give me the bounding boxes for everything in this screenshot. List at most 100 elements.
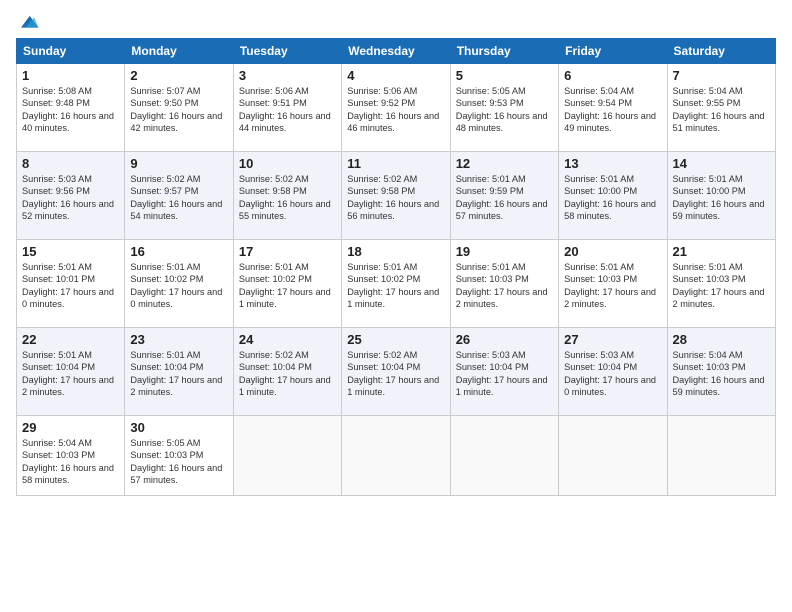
calendar-day-header: Sunday — [17, 39, 125, 64]
day-number: 4 — [347, 68, 444, 83]
calendar-cell: 22 Sunrise: 5:01 AMSunset: 10:04 PMDayli… — [17, 328, 125, 416]
calendar-cell: 4 Sunrise: 5:06 AMSunset: 9:52 PMDayligh… — [342, 64, 450, 152]
day-number: 3 — [239, 68, 336, 83]
page-container: SundayMondayTuesdayWednesdayThursdayFrid… — [0, 0, 792, 506]
calendar-cell: 7 Sunrise: 5:04 AMSunset: 9:55 PMDayligh… — [667, 64, 775, 152]
day-number: 7 — [673, 68, 770, 83]
calendar-cell: 1 Sunrise: 5:08 AMSunset: 9:48 PMDayligh… — [17, 64, 125, 152]
calendar-cell — [667, 416, 775, 496]
calendar-cell: 12 Sunrise: 5:01 AMSunset: 9:59 PMDaylig… — [450, 152, 558, 240]
day-number: 15 — [22, 244, 119, 259]
cell-info: Sunrise: 5:01 AMSunset: 10:02 PMDaylight… — [347, 262, 439, 309]
cell-info: Sunrise: 5:01 AMSunset: 10:00 PMDaylight… — [673, 174, 765, 221]
calendar-cell: 6 Sunrise: 5:04 AMSunset: 9:54 PMDayligh… — [559, 64, 667, 152]
calendar-week-row: 8 Sunrise: 5:03 AMSunset: 9:56 PMDayligh… — [17, 152, 776, 240]
cell-info: Sunrise: 5:03 AMSunset: 9:56 PMDaylight:… — [22, 174, 114, 221]
cell-info: Sunrise: 5:02 AMSunset: 10:04 PMDaylight… — [347, 350, 439, 397]
calendar-cell: 25 Sunrise: 5:02 AMSunset: 10:04 PMDayli… — [342, 328, 450, 416]
day-number: 1 — [22, 68, 119, 83]
calendar-day-header: Friday — [559, 39, 667, 64]
day-number: 17 — [239, 244, 336, 259]
cell-info: Sunrise: 5:01 AMSunset: 10:04 PMDaylight… — [130, 350, 222, 397]
day-number: 24 — [239, 332, 336, 347]
day-number: 25 — [347, 332, 444, 347]
day-number: 11 — [347, 156, 444, 171]
logo — [16, 10, 40, 32]
calendar-week-row: 22 Sunrise: 5:01 AMSunset: 10:04 PMDayli… — [17, 328, 776, 416]
cell-info: Sunrise: 5:06 AMSunset: 9:51 PMDaylight:… — [239, 86, 331, 133]
cell-info: Sunrise: 5:04 AMSunset: 9:55 PMDaylight:… — [673, 86, 765, 133]
calendar-cell: 24 Sunrise: 5:02 AMSunset: 10:04 PMDayli… — [233, 328, 341, 416]
cell-info: Sunrise: 5:02 AMSunset: 9:58 PMDaylight:… — [347, 174, 439, 221]
cell-info: Sunrise: 5:01 AMSunset: 10:03 PMDaylight… — [673, 262, 765, 309]
cell-info: Sunrise: 5:01 AMSunset: 10:00 PMDaylight… — [564, 174, 656, 221]
calendar-cell: 27 Sunrise: 5:03 AMSunset: 10:04 PMDayli… — [559, 328, 667, 416]
calendar-cell: 9 Sunrise: 5:02 AMSunset: 9:57 PMDayligh… — [125, 152, 233, 240]
cell-info: Sunrise: 5:01 AMSunset: 10:02 PMDaylight… — [130, 262, 222, 309]
cell-info: Sunrise: 5:02 AMSunset: 9:57 PMDaylight:… — [130, 174, 222, 221]
calendar-cell: 23 Sunrise: 5:01 AMSunset: 10:04 PMDayli… — [125, 328, 233, 416]
calendar-cell: 11 Sunrise: 5:02 AMSunset: 9:58 PMDaylig… — [342, 152, 450, 240]
cell-info: Sunrise: 5:02 AMSunset: 10:04 PMDaylight… — [239, 350, 331, 397]
calendar-cell: 29 Sunrise: 5:04 AMSunset: 10:03 PMDayli… — [17, 416, 125, 496]
calendar-day-header: Thursday — [450, 39, 558, 64]
cell-info: Sunrise: 5:04 AMSunset: 9:54 PMDaylight:… — [564, 86, 656, 133]
calendar-day-header: Tuesday — [233, 39, 341, 64]
calendar-day-header: Wednesday — [342, 39, 450, 64]
calendar-cell — [233, 416, 341, 496]
cell-info: Sunrise: 5:04 AMSunset: 10:03 PMDaylight… — [673, 350, 765, 397]
calendar-cell: 13 Sunrise: 5:01 AMSunset: 10:00 PMDayli… — [559, 152, 667, 240]
logo-icon — [18, 10, 40, 32]
calendar-cell — [559, 416, 667, 496]
day-number: 22 — [22, 332, 119, 347]
day-number: 21 — [673, 244, 770, 259]
calendar-header-row: SundayMondayTuesdayWednesdayThursdayFrid… — [17, 39, 776, 64]
day-number: 20 — [564, 244, 661, 259]
calendar-cell: 15 Sunrise: 5:01 AMSunset: 10:01 PMDayli… — [17, 240, 125, 328]
calendar-cell — [450, 416, 558, 496]
day-number: 18 — [347, 244, 444, 259]
calendar-day-header: Saturday — [667, 39, 775, 64]
calendar-day-header: Monday — [125, 39, 233, 64]
calendar-cell: 20 Sunrise: 5:01 AMSunset: 10:03 PMDayli… — [559, 240, 667, 328]
calendar-cell: 19 Sunrise: 5:01 AMSunset: 10:03 PMDayli… — [450, 240, 558, 328]
day-number: 28 — [673, 332, 770, 347]
calendar-cell: 21 Sunrise: 5:01 AMSunset: 10:03 PMDayli… — [667, 240, 775, 328]
calendar-cell: 5 Sunrise: 5:05 AMSunset: 9:53 PMDayligh… — [450, 64, 558, 152]
day-number: 19 — [456, 244, 553, 259]
cell-info: Sunrise: 5:01 AMSunset: 10:02 PMDaylight… — [239, 262, 331, 309]
cell-info: Sunrise: 5:06 AMSunset: 9:52 PMDaylight:… — [347, 86, 439, 133]
cell-info: Sunrise: 5:02 AMSunset: 9:58 PMDaylight:… — [239, 174, 331, 221]
day-number: 14 — [673, 156, 770, 171]
cell-info: Sunrise: 5:01 AMSunset: 10:03 PMDaylight… — [456, 262, 548, 309]
calendar-week-row: 29 Sunrise: 5:04 AMSunset: 10:03 PMDayli… — [17, 416, 776, 496]
calendar-cell: 16 Sunrise: 5:01 AMSunset: 10:02 PMDayli… — [125, 240, 233, 328]
day-number: 5 — [456, 68, 553, 83]
calendar-cell: 18 Sunrise: 5:01 AMSunset: 10:02 PMDayli… — [342, 240, 450, 328]
calendar-table: SundayMondayTuesdayWednesdayThursdayFrid… — [16, 38, 776, 496]
cell-info: Sunrise: 5:04 AMSunset: 10:03 PMDaylight… — [22, 438, 114, 485]
calendar-cell: 14 Sunrise: 5:01 AMSunset: 10:00 PMDayli… — [667, 152, 775, 240]
cell-info: Sunrise: 5:01 AMSunset: 9:59 PMDaylight:… — [456, 174, 548, 221]
cell-info: Sunrise: 5:05 AMSunset: 10:03 PMDaylight… — [130, 438, 222, 485]
calendar-cell: 8 Sunrise: 5:03 AMSunset: 9:56 PMDayligh… — [17, 152, 125, 240]
cell-info: Sunrise: 5:05 AMSunset: 9:53 PMDaylight:… — [456, 86, 548, 133]
day-number: 8 — [22, 156, 119, 171]
day-number: 29 — [22, 420, 119, 435]
calendar-cell: 3 Sunrise: 5:06 AMSunset: 9:51 PMDayligh… — [233, 64, 341, 152]
cell-info: Sunrise: 5:03 AMSunset: 10:04 PMDaylight… — [456, 350, 548, 397]
day-number: 16 — [130, 244, 227, 259]
calendar-week-row: 15 Sunrise: 5:01 AMSunset: 10:01 PMDayli… — [17, 240, 776, 328]
day-number: 9 — [130, 156, 227, 171]
header — [16, 10, 776, 32]
cell-info: Sunrise: 5:01 AMSunset: 10:04 PMDaylight… — [22, 350, 114, 397]
day-number: 2 — [130, 68, 227, 83]
calendar-cell: 28 Sunrise: 5:04 AMSunset: 10:03 PMDayli… — [667, 328, 775, 416]
day-number: 12 — [456, 156, 553, 171]
cell-info: Sunrise: 5:01 AMSunset: 10:03 PMDaylight… — [564, 262, 656, 309]
day-number: 23 — [130, 332, 227, 347]
day-number: 6 — [564, 68, 661, 83]
cell-info: Sunrise: 5:03 AMSunset: 10:04 PMDaylight… — [564, 350, 656, 397]
calendar-cell: 2 Sunrise: 5:07 AMSunset: 9:50 PMDayligh… — [125, 64, 233, 152]
calendar-cell: 26 Sunrise: 5:03 AMSunset: 10:04 PMDayli… — [450, 328, 558, 416]
